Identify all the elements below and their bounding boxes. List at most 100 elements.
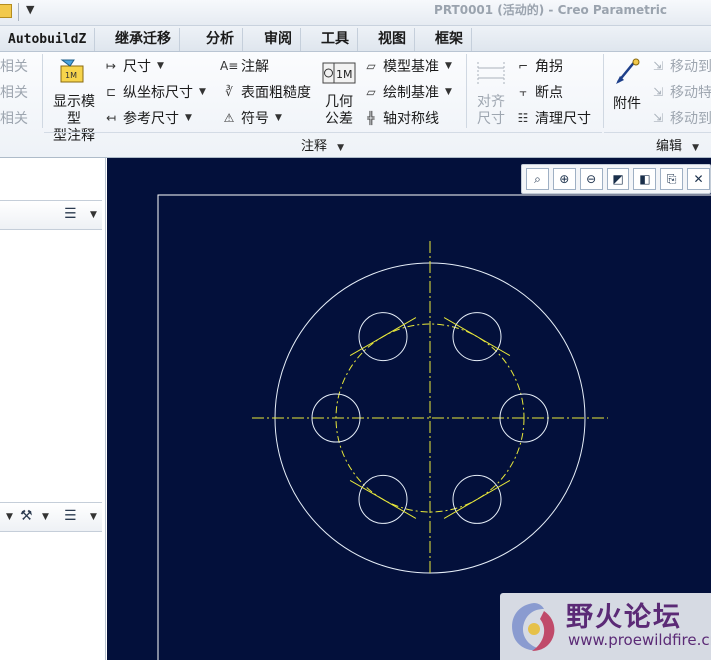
note-button[interactable]: A≡ 注解 <box>220 56 269 76</box>
attachment-icon <box>616 58 640 84</box>
reference-dimension-label: 参考尺寸 <box>123 111 179 127</box>
left-cut-item-2[interactable]: 相关 <box>0 82 28 102</box>
quick-access-dropdown-icon[interactable]: ▼ <box>26 3 34 16</box>
layer-settings-dropdown-icon[interactable]: ▼ <box>90 512 97 522</box>
move-to-icon-1: ⇲ <box>652 59 664 73</box>
jog-label: 角拐 <box>535 59 563 75</box>
ribbon-separator <box>466 54 467 128</box>
move-special-button[interactable]: ⇲ 移动特 <box>649 82 711 102</box>
svg-text:1M: 1M <box>65 71 77 80</box>
dimension-button[interactable]: ↦ 尺寸 ▼ <box>102 56 164 76</box>
model-datum-icon: ▱ <box>366 59 376 73</box>
clean-dimension-icon: ☷ <box>517 111 529 125</box>
group-edit[interactable]: 编辑 ▼ <box>656 135 699 154</box>
tab-view[interactable]: 视图 <box>370 28 415 51</box>
ordinate-dimension-button[interactable]: ⊏ 纵坐标尺寸 ▼ <box>102 82 206 102</box>
axis-symmetry-button[interactable]: ╬ 轴对称线 <box>362 108 439 128</box>
sheet-border <box>157 194 711 660</box>
quick-access-separator <box>18 3 19 21</box>
attachment-button[interactable]: 附件 <box>608 56 646 132</box>
hole-axis-tick[interactable] <box>443 317 511 357</box>
clean-dimension-label: 清理尺寸 <box>535 111 591 127</box>
tools-dropdown-icon[interactable]: ▼ <box>42 512 49 522</box>
ribbon-separator <box>42 54 43 128</box>
surface-finish-icon: ∛ <box>225 85 233 99</box>
reference-dimension-dropdown-icon[interactable]: ▼ <box>185 113 192 123</box>
align-dimension-button[interactable]: 对齐 尺寸 <box>472 56 510 132</box>
hole-axis-tick[interactable] <box>349 479 417 519</box>
title-bar: ▼ PRT0001 (活动的) - Creo Parametric <box>0 0 711 26</box>
surface-finish-button[interactable]: ∛ 表面粗糙度 <box>220 82 311 102</box>
datum-display-icon[interactable]: ✕ <box>687 168 711 190</box>
show-model-annotation-button[interactable]: 1M 显示模型 型注释 <box>50 54 98 144</box>
reference-dimension-button[interactable]: ↤ 参考尺寸 ▼ <box>102 108 192 128</box>
geometric-tolerance-icon: 1M <box>322 62 356 84</box>
zoom-out-icon[interactable]: ⊖ <box>579 168 603 190</box>
open-folder-icon[interactable] <box>0 4 12 18</box>
tab-review[interactable]: 审阅 <box>256 28 301 51</box>
group-edit-dropdown-icon[interactable]: ▼ <box>692 143 699 153</box>
graphics-toolbar: ⌕ ⊕ ⊖ ◩ ◧ ⎘ ✕ <box>521 164 711 194</box>
dimension-icon: ↦ <box>105 59 117 73</box>
tree-settings-icon[interactable]: ☰ <box>64 206 77 222</box>
tab-analysis[interactable]: 分析 <box>198 28 243 51</box>
left-cut-label-3: 相关 <box>0 111 28 127</box>
symbol-dropdown-icon[interactable]: ▼ <box>275 113 282 123</box>
tab-tools[interactable]: 工具 <box>313 28 358 51</box>
reference-dimension-icon: ↤ <box>105 111 117 125</box>
breakpoint-icon: ⫟ <box>519 85 527 99</box>
attachment-label: 附件 <box>613 96 641 112</box>
draft-datum-label: 绘制基准 <box>383 85 439 101</box>
refit-icon[interactable]: ⌕ <box>526 168 549 190</box>
tools-icon[interactable]: ⚒ <box>20 508 33 524</box>
layer-dropdown-icon[interactable]: ▼ <box>6 512 13 522</box>
display-style-icon[interactable]: ◧ <box>633 168 657 190</box>
jog-button[interactable]: ⌐ 角拐 <box>514 56 563 76</box>
group-annotate[interactable]: 注释 ▼ <box>301 135 344 154</box>
ribbon-panel: 相关 相关 相关 1M 显示模型 型注释 ↦ 尺寸 ▼ ⊏ 纵坐标尺寸 ▼ ↤ … <box>0 52 711 158</box>
tab-framework[interactable]: 框架 <box>427 28 472 51</box>
hole-axis-tick[interactable] <box>349 317 417 357</box>
model-tree-area[interactable] <box>0 230 102 500</box>
saved-views-icon[interactable]: ⎘ <box>660 168 684 190</box>
hole-axis-tick[interactable] <box>443 479 511 519</box>
move-special-icon: ⇲ <box>652 85 664 99</box>
draft-datum-button[interactable]: ▱ 绘制基准 ▼ <box>362 82 452 102</box>
model-tree-header: ☰ ▼ <box>0 200 102 230</box>
left-cut-item-1[interactable]: 相关 <box>0 56 28 76</box>
note-icon: A≡ <box>220 59 239 73</box>
left-cut-item-3[interactable]: 相关 <box>0 108 28 128</box>
forum-logo-icon <box>512 603 555 651</box>
clean-dimension-button[interactable]: ☷ 清理尺寸 <box>514 108 591 128</box>
symbol-button[interactable]: ⚠ 符号 ▼ <box>220 108 282 128</box>
symbol-label: 符号 <box>241 111 269 127</box>
model-datum-dropdown-icon[interactable]: ▼ <box>445 61 452 71</box>
zoom-in-icon[interactable]: ⊕ <box>552 168 576 190</box>
dimension-label: 尺寸 <box>123 59 151 75</box>
surface-finish-label: 表面粗糙度 <box>241 85 311 101</box>
tab-legacy-migration[interactable]: 继承迁移 <box>107 28 180 51</box>
sketch-drawing[interactable] <box>107 158 711 660</box>
tab-autobuildz[interactable]: AutobuildZ <box>0 28 96 51</box>
geometric-tolerance-button[interactable]: 1M 几何 公差 <box>320 56 358 132</box>
left-cut-label-1: 相关 <box>0 59 28 75</box>
move-to-button-1[interactable]: ⇲ 移动到 <box>649 56 711 76</box>
ordinate-dimension-icon: ⊏ <box>105 85 117 99</box>
tree-settings-dropdown-icon[interactable]: ▼ <box>90 210 97 220</box>
ordinate-dimension-dropdown-icon[interactable]: ▼ <box>199 87 206 97</box>
move-to-label-1: 移动到 <box>670 59 711 75</box>
layer-tree-header: ▼ ⚒ ▼ ☰ ▼ <box>0 502 102 532</box>
left-cut-label-2: 相关 <box>0 85 28 101</box>
layer-settings-icon[interactable]: ☰ <box>64 508 77 524</box>
dimension-dropdown-icon[interactable]: ▼ <box>157 61 164 71</box>
window-title: PRT0001 (活动的) - Creo Parametric <box>434 3 667 17</box>
axis-symmetry-icon: ╬ <box>367 111 375 125</box>
geometric-tolerance-label: 几何 公差 <box>325 94 353 127</box>
move-to-button-2[interactable]: ⇲ 移动到 <box>649 108 711 128</box>
model-datum-button[interactable]: ▱ 模型基准 ▼ <box>362 56 452 76</box>
forum-watermark: 野火论坛 www.proewildfire.cn <box>500 593 711 660</box>
group-annotate-dropdown-icon[interactable]: ▼ <box>337 143 344 153</box>
breakpoint-button[interactable]: ⫟ 断点 <box>514 82 563 102</box>
draft-datum-dropdown-icon[interactable]: ▼ <box>445 87 452 97</box>
repaint-icon[interactable]: ◩ <box>606 168 630 190</box>
